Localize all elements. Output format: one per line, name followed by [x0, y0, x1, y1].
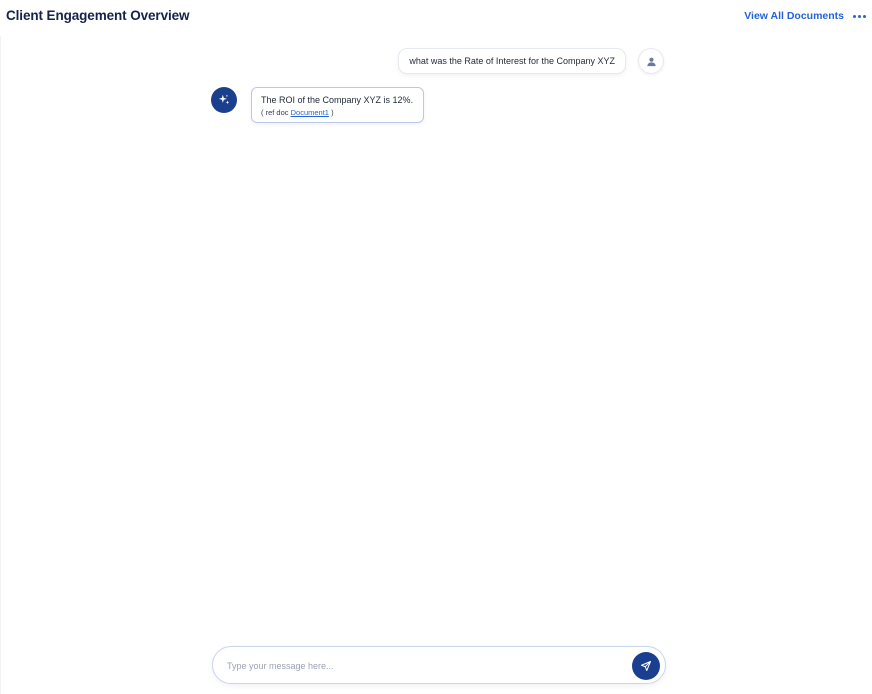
document-link[interactable]: Document1 — [291, 108, 329, 117]
send-icon — [641, 661, 651, 671]
bot-message-reference: ( ref doc Document1 ) — [261, 108, 413, 117]
ref-prefix: ( ref doc — [261, 108, 289, 117]
header: Client Engagement Overview View All Docu… — [0, 0, 872, 34]
view-all-documents-link[interactable]: View All Documents — [744, 10, 844, 22]
sparkles-icon — [218, 94, 230, 105]
app-page: Client Engagement Overview View All Docu… — [0, 0, 872, 694]
bot-message-text: The ROI of the Company XYZ is 12%. — [261, 95, 414, 105]
more-horizontal-icon — [852, 14, 856, 18]
user-message-row: what was the Rate of Interest for the Co… — [398, 48, 664, 74]
user-icon — [646, 57, 656, 66]
page-title: Client Engagement Overview — [6, 8, 190, 23]
message-composer — [212, 646, 666, 684]
ref-suffix: ) — [331, 108, 334, 117]
user-avatar — [638, 48, 664, 74]
chat-panel: what was the Rate of Interest for the Co… — [0, 36, 872, 694]
more-options-button[interactable] — [850, 8, 868, 24]
user-message: what was the Rate of Interest for the Co… — [398, 48, 626, 74]
send-button[interactable] — [632, 652, 660, 680]
message-input[interactable] — [227, 656, 627, 676]
bot-message: The ROI of the Company XYZ is 12%. ( ref… — [251, 87, 425, 123]
bot-avatar — [211, 87, 237, 113]
bot-message-row: The ROI of the Company XYZ is 12%. ( ref… — [211, 87, 425, 123]
